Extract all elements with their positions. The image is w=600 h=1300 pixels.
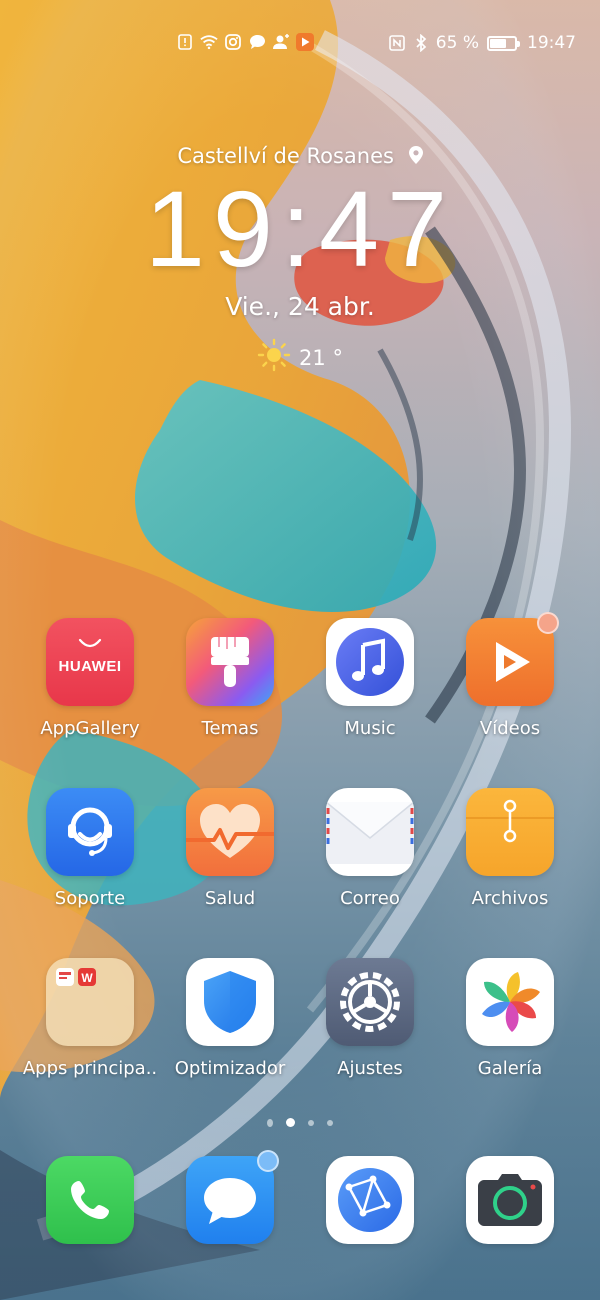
pinwheel-icon xyxy=(466,958,554,1046)
battery-icon xyxy=(487,35,520,51)
folder-icon xyxy=(466,788,554,876)
globe-icon xyxy=(326,1156,414,1244)
app-temas[interactable]: Temas xyxy=(160,618,300,739)
music-note-icon xyxy=(326,618,414,706)
sun-icon xyxy=(257,338,291,377)
status-time: 19:47 xyxy=(527,33,576,53)
app-soporte[interactable]: Soporte xyxy=(20,788,160,909)
app-label: Correo xyxy=(340,888,400,909)
app-label: Optimizador xyxy=(174,1058,286,1079)
camera-icon xyxy=(466,1156,554,1244)
app-folder-principales[interactable]: W Apps principa.. xyxy=(20,958,160,1079)
app-appgallery[interactable]: HUAWEI AppGallery xyxy=(20,618,160,739)
app-label: Temas xyxy=(201,718,259,739)
app-label: Music xyxy=(344,718,396,739)
heart-icon xyxy=(186,788,274,876)
location-name: Castellví de Rosanes xyxy=(177,144,394,168)
app-label: AppGallery xyxy=(40,718,140,739)
clock-time[interactable]: 19:47 xyxy=(0,166,600,291)
notification-badge xyxy=(257,1150,279,1172)
dock-browser[interactable] xyxy=(300,1156,440,1244)
app-ajustes[interactable]: Ajustes xyxy=(300,958,440,1079)
battery-level xyxy=(490,38,506,48)
notification-badge xyxy=(537,612,559,634)
chat-bubble-icon xyxy=(248,33,266,51)
page-dot[interactable] xyxy=(308,1119,314,1126)
clock-date: Vie., 24 abr. xyxy=(225,292,375,321)
dock-camera[interactable] xyxy=(440,1156,580,1244)
system-status: 65 % 19:47 xyxy=(388,33,576,53)
svg-text:W: W xyxy=(81,971,93,985)
app-correo[interactable]: Correo xyxy=(300,788,440,909)
app-music[interactable]: Music xyxy=(300,618,440,739)
app-galeria[interactable]: Galería xyxy=(440,958,580,1079)
status-bar: 65 % 19:47 xyxy=(0,0,600,88)
huawei-appgallery-icon: HUAWEI xyxy=(46,618,134,706)
shield-icon xyxy=(186,958,274,1046)
app-salud[interactable]: Salud xyxy=(160,788,300,909)
support-agent-icon xyxy=(46,788,134,876)
notification-icons xyxy=(176,33,314,51)
gear-icon xyxy=(326,958,414,1046)
person-icon xyxy=(272,33,290,51)
app-label: Apps principa.. xyxy=(22,1058,158,1079)
sim-alert-icon xyxy=(176,33,194,51)
video-play-icon xyxy=(296,33,314,51)
app-label: Vídeos xyxy=(479,718,541,739)
dock-messages[interactable] xyxy=(160,1150,300,1244)
page-indicator[interactable] xyxy=(0,1118,600,1127)
phone-icon xyxy=(46,1156,134,1244)
nfc-icon xyxy=(388,34,406,52)
battery-percent: 65 % xyxy=(435,33,479,53)
app-label: Ajustes xyxy=(337,1058,403,1079)
weather[interactable]: 21 ° xyxy=(0,338,600,377)
page-dot[interactable] xyxy=(327,1119,333,1126)
folder-apps-icon: W xyxy=(46,958,134,1046)
wifi-icon xyxy=(200,33,218,51)
search-page-icon[interactable] xyxy=(267,1118,273,1127)
app-label: Galería xyxy=(477,1058,543,1079)
instagram-icon xyxy=(224,33,242,51)
dock-phone[interactable] xyxy=(20,1156,160,1244)
app-label: Archivos xyxy=(471,888,549,909)
paintbrush-icon xyxy=(186,618,274,706)
envelope-icon xyxy=(326,788,414,876)
app-archivos[interactable]: Archivos xyxy=(440,788,580,909)
bluetooth-icon xyxy=(412,34,430,52)
app-videos[interactable]: Vídeos xyxy=(440,612,580,739)
app-optimizador[interactable]: Optimizador xyxy=(160,958,300,1079)
app-label: Salud xyxy=(204,888,256,909)
page-dot-active[interactable] xyxy=(286,1118,295,1127)
temperature: 21 ° xyxy=(299,345,343,370)
app-label: Soporte xyxy=(54,888,126,909)
